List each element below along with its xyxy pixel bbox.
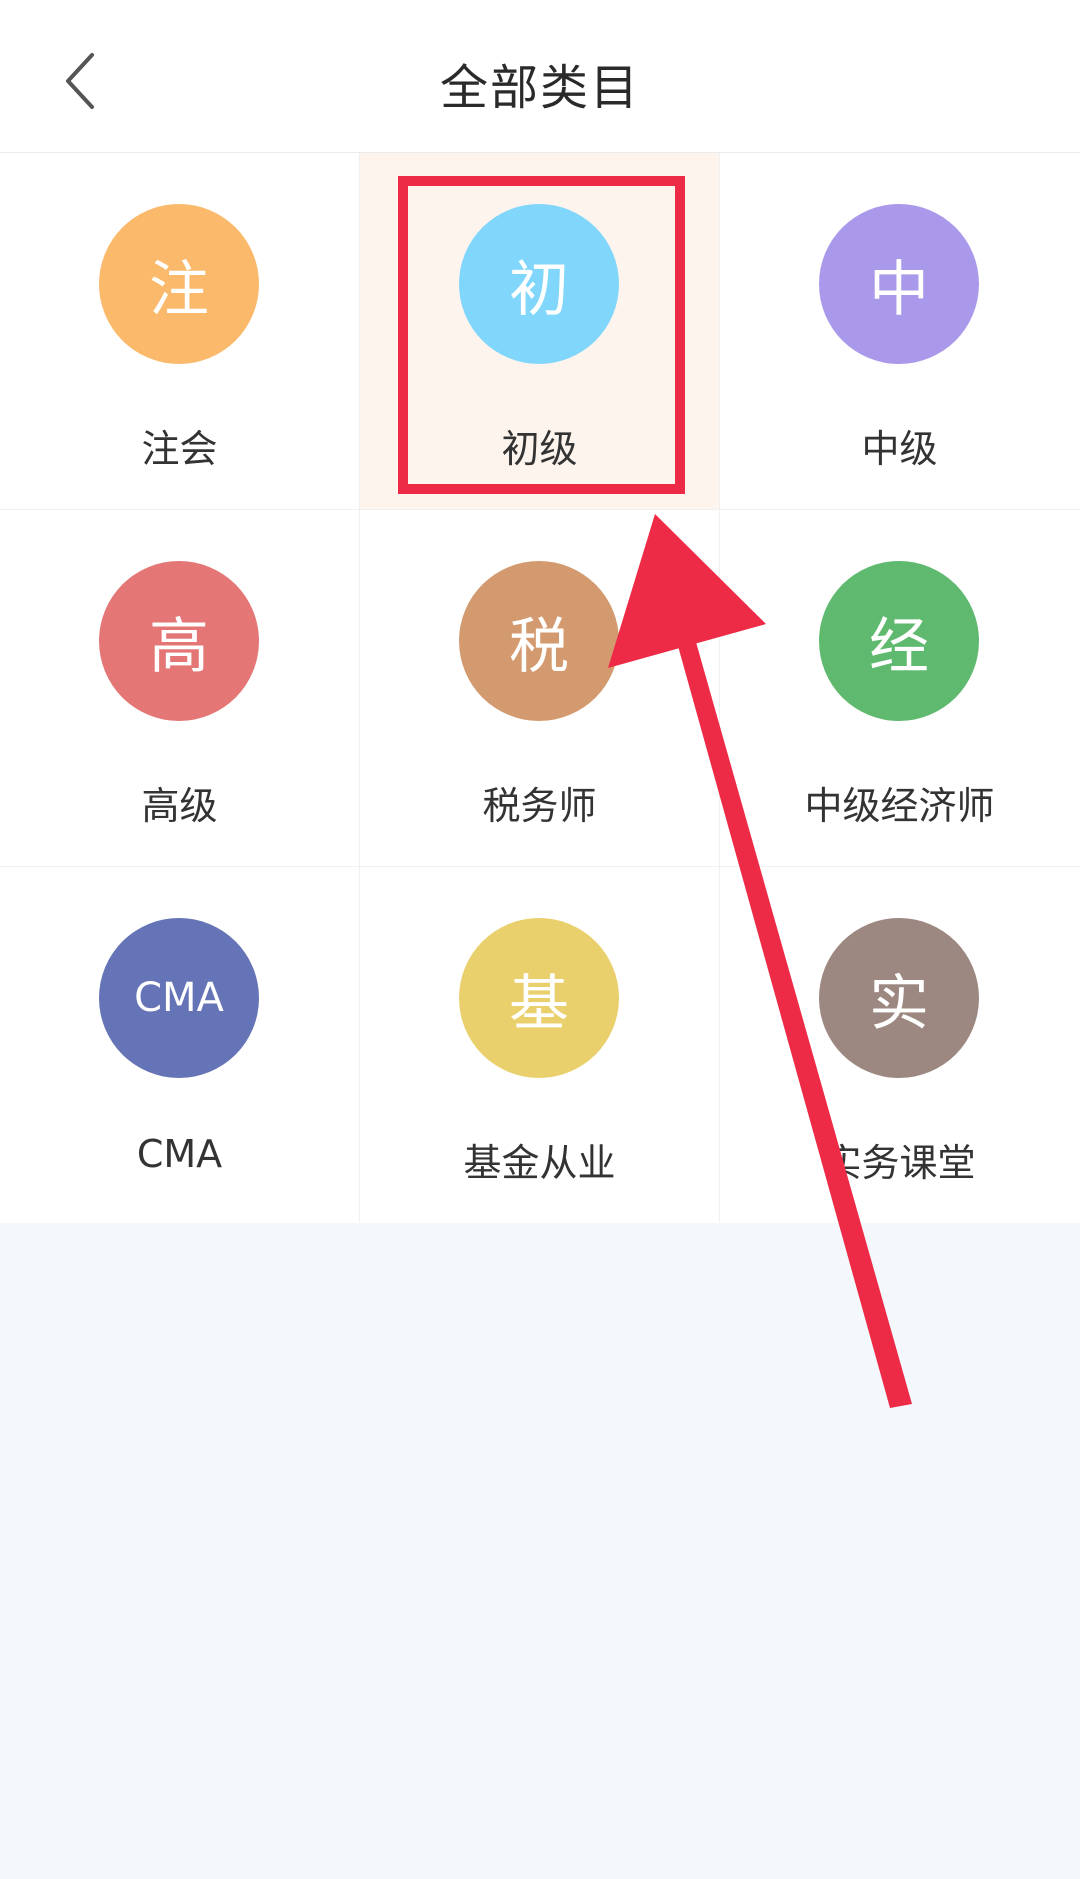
category-item-gaoji[interactable]: 高 高级 <box>0 510 359 866</box>
grid-divider <box>0 509 1080 510</box>
shiwu-icon: 实 <box>819 918 979 1078</box>
cma-icon: CMA <box>99 918 259 1078</box>
category-item-cma[interactable]: CMA CMA <box>0 867 359 1223</box>
category-label: CMA <box>136 1132 223 1176</box>
category-item-shiwu[interactable]: 实 实务课堂 <box>720 867 1079 1223</box>
category-item-zhongji[interactable]: 中 中级 <box>720 153 1079 509</box>
category-item-chuji[interactable]: 初 初级 <box>360 153 719 509</box>
category-item-zhuhui[interactable]: 注 注会 <box>0 153 359 509</box>
grid-divider <box>0 866 1080 867</box>
chuji-icon: 初 <box>459 204 619 364</box>
category-label: 中级 <box>861 427 938 471</box>
zhuhui-icon: 注 <box>99 204 259 364</box>
grid-divider <box>719 153 720 1222</box>
category-label: 高级 <box>141 784 218 828</box>
grid-divider <box>359 153 360 1222</box>
category-label: 初级 <box>501 427 578 471</box>
jijin-icon: 基 <box>459 918 619 1078</box>
category-item-shuiwushi[interactable]: 税 税务师 <box>360 510 719 866</box>
gaoji-icon: 高 <box>99 561 259 721</box>
jingjishi-icon: 经 <box>819 561 979 721</box>
zhongji-icon: 中 <box>819 204 979 364</box>
category-label: 注会 <box>141 427 218 471</box>
category-label: 实务课堂 <box>823 1141 976 1185</box>
top-nav-bar: 全部类目 <box>0 0 1080 153</box>
category-label: 税务师 <box>482 784 597 828</box>
category-grid: 注 注会 初 初级 中 中级 高 高级 税 税务师 经 中级经济师 CMA CM… <box>0 153 1080 1223</box>
category-item-jijin[interactable]: 基 基金从业 <box>360 867 719 1223</box>
category-item-jingjishi[interactable]: 经 中级经济师 <box>720 510 1079 866</box>
category-label: 基金从业 <box>463 1141 616 1185</box>
category-label: 中级经济师 <box>804 784 995 828</box>
shuiwushi-icon: 税 <box>459 561 619 721</box>
page-title: 全部类目 <box>439 60 640 116</box>
